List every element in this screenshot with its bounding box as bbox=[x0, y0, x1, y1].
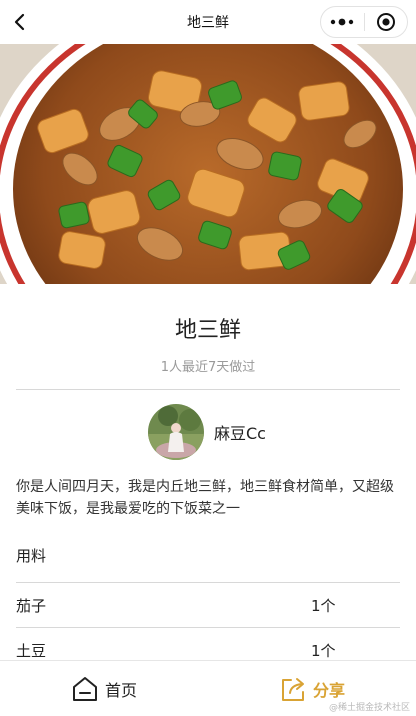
author-profile[interactable]: 麻豆Cc bbox=[148, 404, 266, 460]
recipe-stats: 1人最近7天做过 bbox=[160, 360, 256, 375]
author-name[interactable]: 麻豆Cc bbox=[214, 420, 266, 444]
avatar[interactable] bbox=[148, 404, 204, 460]
dish-illustration bbox=[0, 44, 416, 284]
ingredient-quantity: 1个 bbox=[311, 641, 336, 660]
ingredient-name: 土豆 bbox=[16, 641, 47, 660]
home-icon bbox=[72, 676, 97, 701]
recipe-cover-image bbox=[0, 44, 416, 284]
home-tab-label: 首页 bbox=[104, 680, 137, 700]
ingredients-heading: 用料 bbox=[16, 547, 47, 565]
ingredient-quantity: 1个 bbox=[311, 596, 336, 615]
share-tab-label: 分享 bbox=[312, 680, 345, 700]
watermark-text: @稀土掘金技术社区 bbox=[328, 703, 410, 713]
more-dots-icon bbox=[331, 18, 354, 26]
ingredient-name: 茄子 bbox=[16, 596, 47, 615]
divider bbox=[16, 389, 400, 390]
navigation-bar: 地三鲜 bbox=[0, 0, 416, 44]
avatar-image bbox=[148, 404, 204, 460]
bottom-tab-bar: 首页 分享 @稀土掘金技术社区 bbox=[0, 660, 416, 716]
home-tab[interactable]: 首页 bbox=[0, 661, 208, 716]
recipe-title: 地三鲜 bbox=[174, 318, 241, 343]
ingredient-row: 茄子 1个 bbox=[16, 583, 400, 627]
share-icon bbox=[281, 677, 304, 701]
more-button[interactable] bbox=[321, 7, 364, 37]
close-miniprogram-button[interactable] bbox=[365, 7, 408, 37]
menu-capsule bbox=[320, 6, 408, 38]
recipe-description: 你是人间四月天，我是内丘地三鲜，地三鲜食材简单，又超级美味下饭，是我最爱吃的下饭… bbox=[16, 479, 394, 517]
target-circle-icon bbox=[376, 13, 395, 31]
